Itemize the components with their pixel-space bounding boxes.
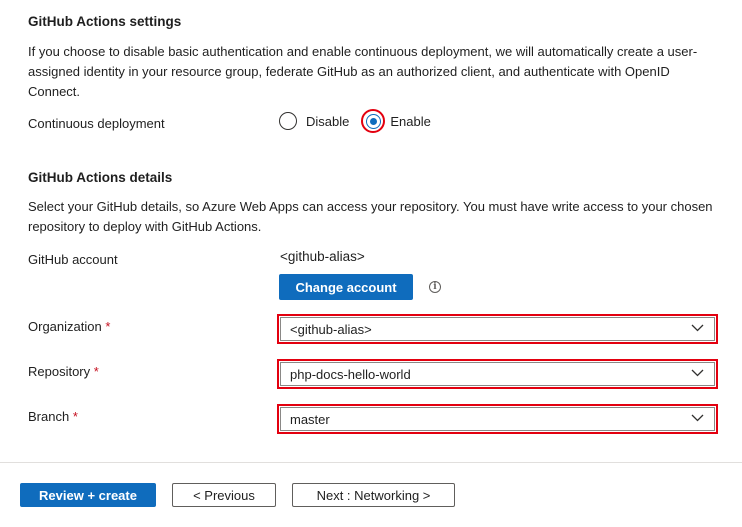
branch-select-highlight: master [277,404,718,434]
github-account-value: <github-alias> [280,249,365,264]
branch-select[interactable]: master [280,407,715,431]
enable-radio[interactable]: Enable [361,109,431,133]
organization-select-value: <github-alias> [290,321,372,337]
github-actions-settings-title: GitHub Actions settings [28,14,182,29]
review-create-button[interactable]: Review + create [20,483,156,507]
enable-radio-circle[interactable] [365,113,381,129]
continuous-deployment-label: Continuous deployment [28,116,165,131]
enable-radio-label: Enable [390,113,431,129]
details-description: Select your GitHub details, so Azure Web… [28,199,713,234]
organization-select-highlight: <github-alias> [277,314,718,344]
repository-select[interactable]: php-docs-hello-world [280,362,715,386]
github-actions-details-title: GitHub Actions details [28,170,173,185]
disable-radio[interactable]: Disable [279,112,361,130]
continuous-deployment-radio-group: Disable Enable [279,109,431,133]
info-icon[interactable]: i [429,281,441,293]
disable-radio-label: Disable [306,113,350,129]
chevron-down-icon [691,369,704,377]
repository-required-marker: * [93,364,99,379]
branch-required-marker: * [72,409,78,424]
chevron-down-icon [691,414,704,422]
enable-radio-highlight [361,109,386,133]
previous-button[interactable]: < Previous [172,483,276,507]
branch-select-value: master [290,411,330,427]
repository-select-value: php-docs-hello-world [290,366,411,382]
repository-label: Repository * [28,364,99,379]
organization-required-marker: * [105,319,111,334]
disable-radio-circle[interactable] [279,112,297,130]
branch-label-text: Branch [28,409,70,424]
settings-description: If you choose to disable basic authentic… [28,44,698,99]
organization-select[interactable]: <github-alias> [280,317,715,341]
organization-label-text: Organization [28,319,102,334]
branch-label: Branch * [28,409,78,424]
repository-select-highlight: php-docs-hello-world [277,359,718,389]
github-account-label: GitHub account [28,252,118,267]
footer-divider [0,462,742,463]
repository-label-text: Repository [28,364,91,379]
change-account-button[interactable]: Change account [279,274,413,300]
organization-label: Organization * [28,319,110,334]
chevron-down-icon [691,324,704,332]
next-networking-button[interactable]: Next : Networking > [292,483,455,507]
